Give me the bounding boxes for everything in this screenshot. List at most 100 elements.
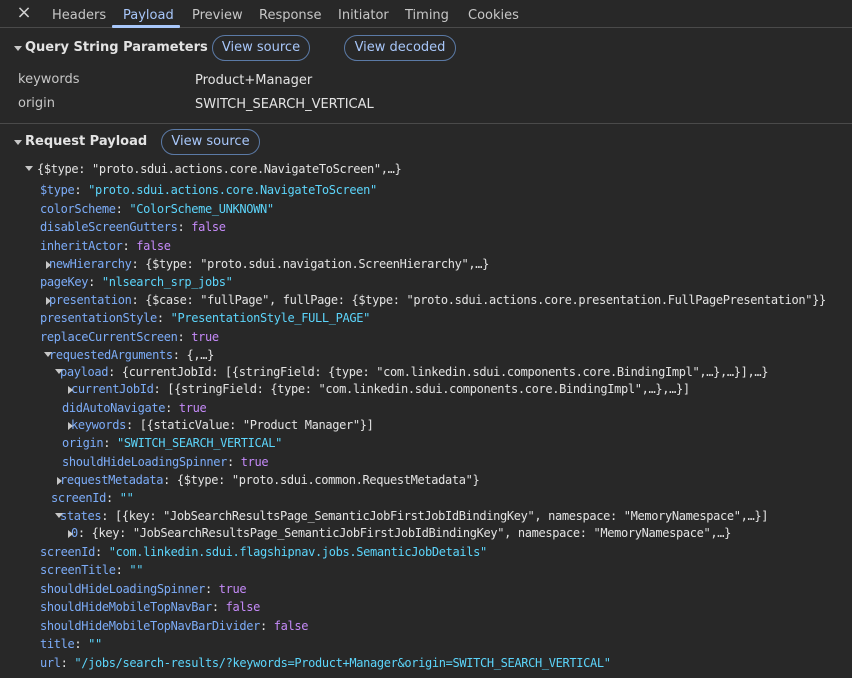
- expand-triangle-icon[interactable]: [14, 46, 22, 51]
- expand-triangle-icon[interactable]: [68, 530, 73, 538]
- tree-value: "PresentationStyle_FULL_PAGE": [170, 311, 371, 325]
- tree-colon: :: [177, 330, 192, 344]
- tree-colon: :: [74, 637, 89, 651]
- tree-row-presentation[interactable]: presentation: {$case: "fullPage", fullPa…: [46, 291, 826, 309]
- tab-initiator[interactable]: Initiator: [338, 0, 389, 28]
- query-view-source-button[interactable]: View source: [212, 35, 310, 61]
- tree-row-0[interactable]: 0: {key: "JobSearchResultsPage_SemanticJ…: [68, 524, 732, 542]
- tree-root-value: {$type: "proto.sdui.actions.core.Navigat…: [37, 162, 402, 176]
- tree-colon: :: [115, 563, 130, 577]
- tree-row-screenid: screenId: "": [51, 489, 134, 507]
- tree-row-states[interactable]: states: [{key: "JobSearchResultsPage_Sem…: [55, 507, 768, 525]
- tree-key: $type: [40, 183, 75, 197]
- tab-headers[interactable]: Headers: [52, 0, 106, 28]
- tree-key: shouldHideMobileTopNavBar: [40, 600, 212, 614]
- param-value-origin: SWITCH_SEARCH_VERTICAL: [195, 97, 374, 112]
- tree-colon: :: [74, 183, 89, 197]
- tree-row-shouldhideloadingspinner: shouldHideLoadingSpinner: true: [62, 453, 269, 471]
- tree-value: "nlsearch_srp_jobs": [101, 275, 233, 289]
- tree-value: true: [218, 582, 247, 596]
- tree-row-disablescreengutters: disableScreenGutters: false: [40, 218, 226, 236]
- param-value-keywords: Product+Manager: [195, 73, 313, 88]
- tree-key: title: [40, 637, 75, 651]
- tree-value: false: [225, 600, 261, 614]
- tree-key: replaceCurrentScreen: [40, 330, 178, 344]
- tree-value: false: [136, 239, 171, 253]
- tree-key: presentationStyle: [40, 311, 157, 325]
- tree-row-pagekey: pageKey: "nlsearch_srp_jobs": [40, 273, 233, 291]
- tree-value: true: [240, 455, 269, 469]
- collapse-triangle-icon[interactable]: [55, 513, 63, 518]
- tree-key: screenTitle: [40, 563, 116, 577]
- tree-colon: :: [115, 202, 130, 216]
- tree-value: [{staticValue: "Product Manager"}]: [139, 418, 374, 432]
- tree-value: "proto.sdui.actions.core.NavigateToScree…: [88, 183, 377, 197]
- tree-key: shouldHideMobileTopNavBarDivider: [40, 619, 260, 633]
- tree-colon: :: [77, 526, 92, 540]
- tree-row-shouldhideloadingspinner: shouldHideLoadingSpinner: true: [40, 580, 247, 598]
- tab-cookies[interactable]: Cookies: [468, 0, 519, 28]
- expand-triangle-icon[interactable]: [25, 166, 33, 171]
- tree-colon: :: [122, 239, 137, 253]
- tree-row-type: $type: "proto.sdui.actions.core.Navigate…: [40, 181, 377, 199]
- tree-key: requestedArguments: [49, 348, 173, 362]
- tree-colon: :: [156, 311, 171, 325]
- payload-view-source-button[interactable]: View source: [161, 129, 260, 155]
- tree-row-replacecurrentscreen: replaceCurrentScreen: true: [40, 328, 219, 346]
- request-payload-title: Request Payload: [25, 134, 148, 149]
- tree-row-colorscheme: colorScheme: "ColorScheme_UNKNOWN": [40, 200, 274, 218]
- tree-row-inheritactor: inheritActor: false: [40, 237, 171, 255]
- request-payload-section-header[interactable]: Request Payload: [0, 132, 852, 154]
- tree-row-currentjobid[interactable]: currentJobId: [{stringField: {type: "com…: [68, 380, 690, 398]
- tree-key: presentation: [49, 293, 132, 307]
- expand-triangle-icon[interactable]: [46, 261, 51, 269]
- tree-colon: :: [163, 473, 177, 487]
- expand-triangle-icon[interactable]: [14, 140, 22, 145]
- collapse-triangle-icon[interactable]: [44, 352, 52, 357]
- tree-key: currentJobId: [71, 382, 154, 396]
- tree-value: {,…}: [186, 348, 215, 362]
- tree-colon: :: [131, 293, 146, 307]
- tree-row-newhierarchy[interactable]: newHierarchy: {$type: "proto.sdui.naviga…: [46, 255, 489, 273]
- collapse-triangle-icon[interactable]: [55, 369, 63, 374]
- tree-row-requestedarguments[interactable]: requestedArguments: {,…}: [44, 346, 215, 364]
- tab-preview[interactable]: Preview: [192, 0, 243, 28]
- tab-response[interactable]: Response: [259, 0, 321, 28]
- tree-colon: :: [126, 418, 140, 432]
- query-string-title: Query String Parameters: [25, 40, 208, 55]
- tree-key: states: [60, 509, 102, 523]
- close-icon[interactable]: ×: [16, 4, 32, 22]
- tree-key: shouldHideLoadingSpinner: [62, 455, 227, 469]
- tree-row-keywords[interactable]: keywords: [{staticValue: "Product Manage…: [68, 416, 374, 434]
- query-view-decoded-button[interactable]: View decoded: [344, 35, 456, 61]
- tree-row-presentationstyle: presentationStyle: "PresentationStyle_FU…: [40, 309, 370, 327]
- param-key-origin: origin: [18, 96, 56, 111]
- tree-key: keywords: [71, 418, 126, 432]
- tree-value: "": [119, 491, 134, 505]
- tree-key: pageKey: [40, 275, 89, 289]
- tree-key: disableScreenGutters: [40, 220, 178, 234]
- tree-key: inheritActor: [40, 239, 123, 253]
- tree-value: "/jobs/search-results/?keywords=Product+…: [74, 656, 611, 670]
- tab-timing[interactable]: Timing: [405, 0, 449, 28]
- tree-row-title: title: "": [40, 635, 102, 653]
- tree-value: false: [191, 220, 226, 234]
- tree-value: {key: "JobSearchResultsPage_SemanticJobF…: [91, 526, 732, 540]
- tree-row-shouldhidemobiletopnavbar: shouldHideMobileTopNavBar: false: [40, 598, 260, 616]
- tree-key: url: [40, 656, 61, 670]
- tree-value: "": [88, 637, 102, 651]
- expand-triangle-icon[interactable]: [68, 422, 73, 430]
- expand-triangle-icon[interactable]: [46, 297, 51, 305]
- tree-colon: :: [88, 275, 102, 289]
- tree-colon: :: [106, 491, 120, 505]
- tree-colon: :: [153, 382, 168, 396]
- tree-row-payload[interactable]: payload: {currentJobId: [{stringField: {…: [55, 363, 768, 381]
- tab-payload[interactable]: Payload: [123, 0, 174, 28]
- tree-row-requestmetadata[interactable]: requestMetadata: {$type: "proto.sdui.com…: [57, 471, 480, 489]
- tree-key: requestMetadata: [60, 473, 164, 487]
- expand-triangle-icon[interactable]: [68, 386, 73, 394]
- tree-row-url: url: "/jobs/search-results/?keywords=Pro…: [40, 654, 611, 672]
- tree-root-row[interactable]: {$type: "proto.sdui.actions.core.Navigat…: [24, 160, 402, 178]
- tree-value: "ColorScheme_UNKNOWN": [129, 202, 274, 216]
- expand-triangle-icon[interactable]: [57, 477, 62, 485]
